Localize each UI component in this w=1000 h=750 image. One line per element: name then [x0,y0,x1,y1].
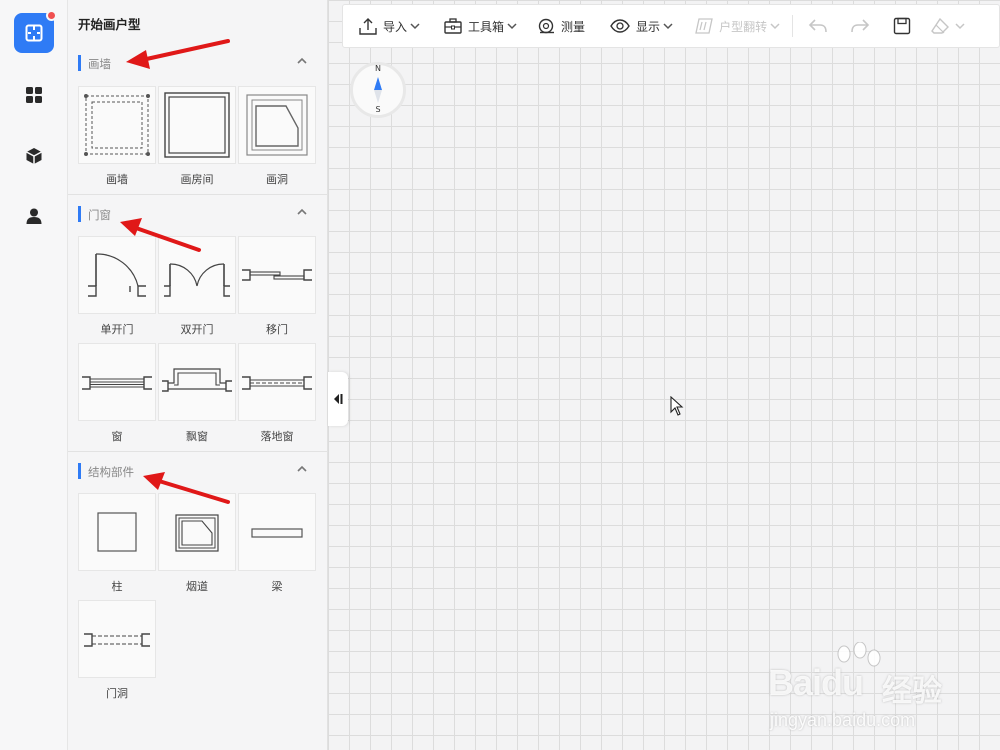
window-icon [78,343,156,421]
section-marker [78,463,81,479]
column-icon [78,493,156,571]
tool-sliding-door[interactable]: 移门 [238,236,316,337]
import-button[interactable]: 导入 [343,4,428,48]
tool-draw-opening[interactable]: 画洞 [238,86,316,187]
left-rail [0,0,68,750]
section-header[interactable]: 画墙 [68,44,328,74]
compass-widget[interactable]: N S [350,62,406,118]
section-header[interactable]: 门窗 [68,195,328,225]
account-button[interactable] [14,196,54,236]
tile-label: 烟道 [186,580,208,593]
tile-label: 落地窗 [260,430,294,443]
catalog-button[interactable] [14,75,54,115]
display-button[interactable]: 显示 [602,4,681,48]
measure-button[interactable]: 测量 [529,4,596,48]
chevron-down-icon [663,22,673,29]
tool-draw-wall[interactable]: 画墙 [78,86,156,187]
top-toolbar: 导入 工具箱 测量 显示 户型翻转 [342,4,1000,48]
tool-column[interactable]: 柱 [78,493,156,594]
toolbox-label: 工具箱 [468,19,505,34]
undo-icon [808,19,827,33]
door-opening-icon [78,600,156,678]
chevron-up-icon[interactable] [294,460,310,476]
section-marker [78,55,81,71]
draw-wall-icon [78,86,156,164]
design-canvas[interactable] [328,0,1000,750]
chevron-down-icon [507,22,517,29]
toolbox-button[interactable]: 工具箱 [436,4,525,48]
tile-label: 画洞 [266,173,288,186]
eraser-icon [931,18,950,34]
tile-label: 双开门 [180,323,214,336]
component-panel: 开始画户型 画墙 画墙 画房间 画洞 门窗 单开门 双开门 移门 窗 飘窗 落地… [68,0,328,750]
notification-dot [46,10,57,21]
flip-icon [695,18,713,34]
bay-window-icon [158,343,236,421]
tool-draw-room[interactable]: 画房间 [158,86,236,187]
chevron-up-icon[interactable] [294,52,310,68]
display-label: 显示 [636,19,661,34]
tile-label: 梁 [271,580,283,593]
tile-label: 画房间 [180,173,214,186]
flip-floorplan-button[interactable]: 户型翻转 [687,4,788,48]
chevron-down-icon [955,22,965,29]
tile-label: 单开门 [100,323,134,336]
collapse-left-icon [334,394,343,404]
section-title: 结构部件 [88,465,134,479]
eraser-button[interactable] [923,4,973,48]
apps-icon [26,87,42,103]
cube-icon [26,148,42,164]
save-icon [893,17,911,35]
tile-label: 门洞 [106,687,128,700]
chevron-up-icon[interactable] [294,203,310,219]
beam-icon [238,493,316,571]
tool-french-window[interactable]: 落地窗 [238,343,316,444]
section-title: 门窗 [88,208,111,222]
tape-measure-icon [538,18,555,34]
toolbox-icon [444,18,462,34]
import-label: 导入 [383,19,408,34]
collapse-panel-button[interactable] [328,372,348,426]
mouse-cursor-icon [670,396,684,416]
tile-label: 窗 [111,430,123,443]
single-door-icon [78,236,156,314]
chevron-down-icon [410,22,420,29]
tile-label: 柱 [111,580,123,593]
floorplan-icon [25,24,43,42]
chevron-down-icon [770,22,780,29]
double-door-icon [158,236,236,314]
flip-label: 户型翻转 [719,19,768,34]
draw-room-icon [158,86,236,164]
floorplan-tool-button[interactable] [14,10,57,53]
user-icon [26,208,42,224]
measure-label: 测量 [561,19,586,34]
section-marker [78,206,81,222]
tool-beam[interactable]: 梁 [238,493,316,594]
tool-door-opening[interactable]: 门洞 [78,600,156,701]
upload-icon [359,18,377,35]
tool-single-door[interactable]: 单开门 [78,236,156,337]
redo-icon [851,19,870,33]
tile-label: 移门 [266,323,288,336]
tool-double-door[interactable]: 双开门 [158,236,236,337]
flue-icon [158,493,236,571]
tool-flue[interactable]: 烟道 [158,493,236,594]
save-button[interactable] [881,4,923,48]
compass-south-label: S [375,105,381,114]
toolbar-divider [792,15,794,37]
tile-label: 画墙 [106,173,128,186]
model-library-button[interactable] [14,136,54,176]
redo-button[interactable] [839,4,881,48]
sliding-door-icon [238,236,316,314]
draw-opening-icon [238,86,316,164]
french-window-icon [238,343,316,421]
section-title: 画墙 [88,57,111,71]
undo-button[interactable] [797,4,839,48]
tile-label: 飘窗 [186,430,208,443]
section-header[interactable]: 结构部件 [68,452,328,482]
tool-window[interactable]: 窗 [78,343,156,444]
tool-bay-window[interactable]: 飘窗 [158,343,236,444]
eye-icon [610,19,630,33]
panel-title: 开始画户型 [78,17,141,32]
